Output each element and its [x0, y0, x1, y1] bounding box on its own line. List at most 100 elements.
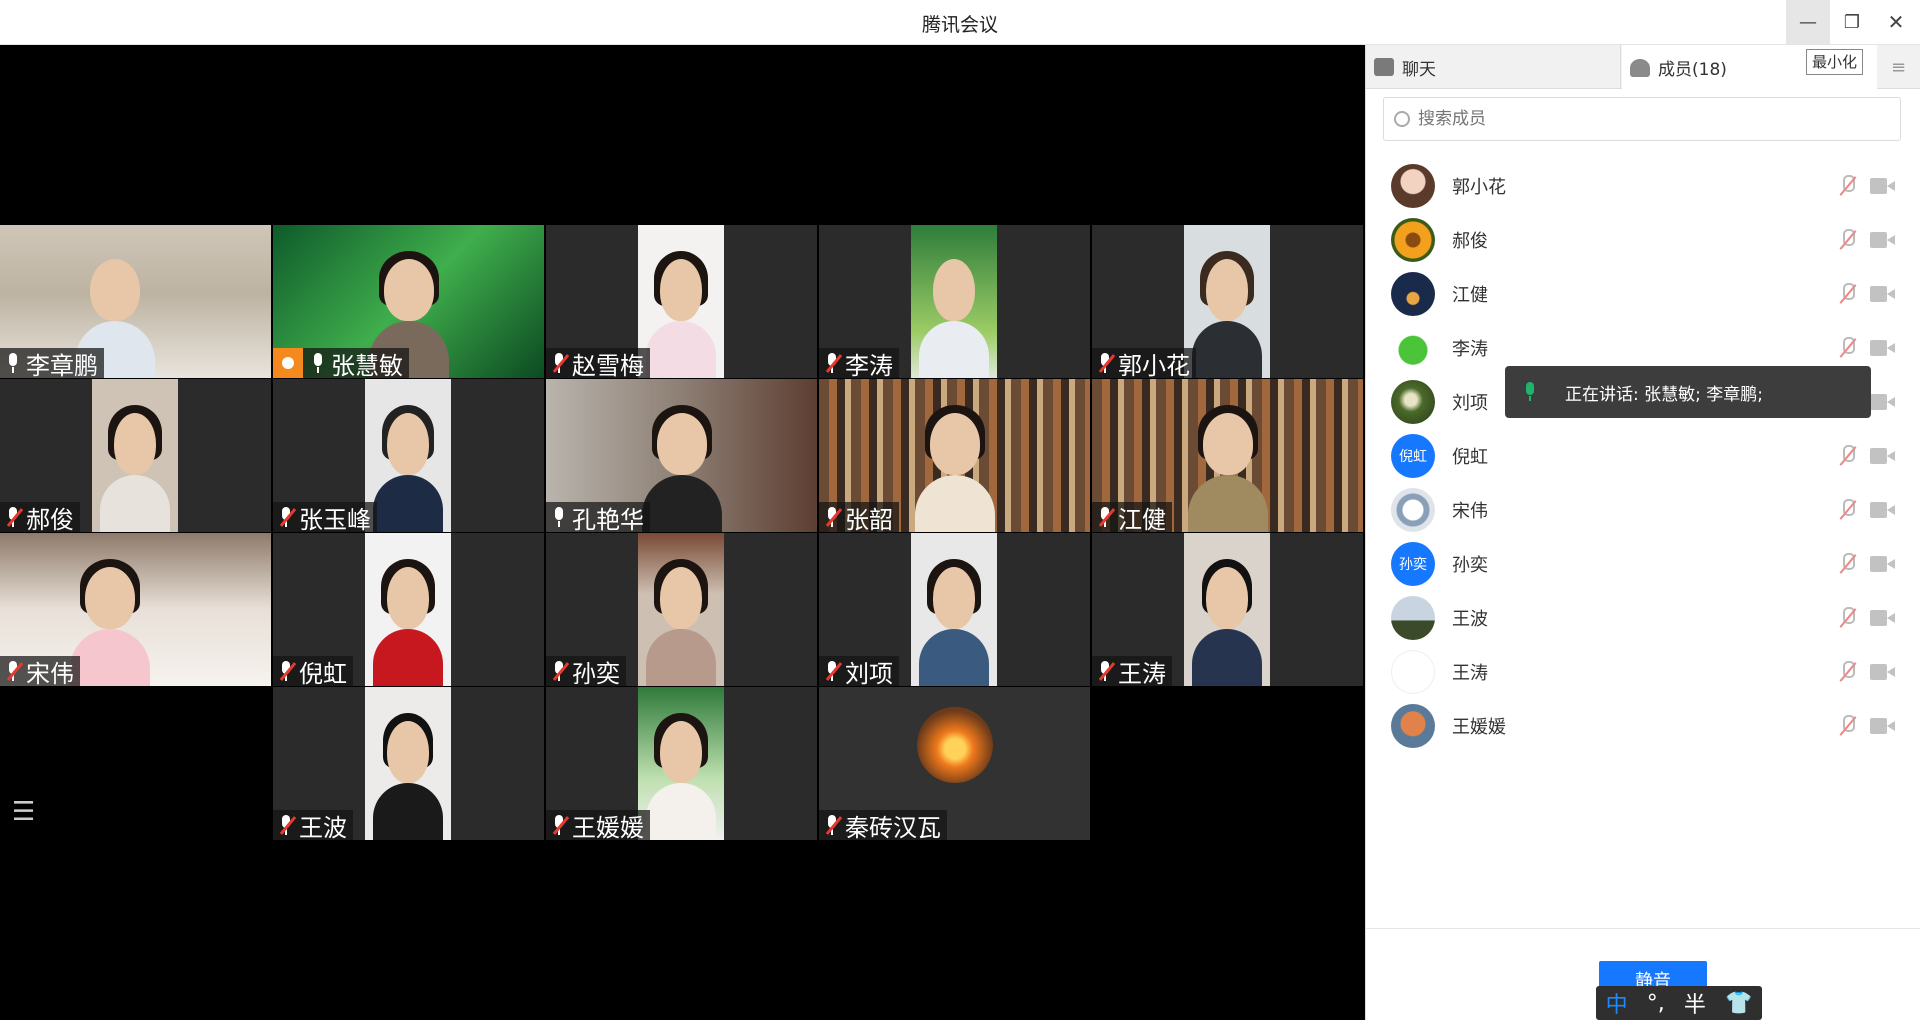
participant-name: 刘项 [845, 659, 893, 687]
member-name: 王涛 [1452, 663, 1488, 684]
camera-icon[interactable] [1870, 232, 1896, 248]
participant-name-tag: 孙奕 [546, 656, 626, 686]
video-tile[interactable]: 王波 [273, 687, 544, 840]
camera-icon[interactable] [1870, 286, 1896, 302]
restore-button[interactable]: ❐ [1830, 0, 1874, 44]
ime-punct[interactable]: °, [1647, 991, 1665, 1016]
participant-name-tag: 李章鹏 [0, 348, 104, 378]
camera-icon[interactable] [1870, 664, 1896, 680]
participant-name: 郝俊 [26, 505, 74, 533]
participant-name-tag: 张慧敏 [273, 348, 409, 378]
mic-muted-icon[interactable] [1836, 498, 1858, 522]
video-tile[interactable]: 江健 [1092, 379, 1363, 532]
panel-menu-icon[interactable]: ≡ [1891, 57, 1906, 78]
minimize-tooltip: 最小化 [1806, 49, 1864, 75]
camera-icon[interactable] [1870, 340, 1896, 356]
mic-muted-icon[interactable] [1836, 606, 1858, 630]
camera-icon[interactable] [1870, 502, 1896, 518]
member-search[interactable] [1383, 97, 1901, 141]
mic-muted-icon[interactable] [1836, 444, 1858, 468]
video-tile-avatar[interactable]: 秦砖汉瓦 [819, 687, 1090, 840]
video-tile[interactable]: 孔艳华 [546, 379, 817, 532]
close-button[interactable]: ✕ [1874, 0, 1918, 44]
camera-icon[interactable] [1870, 394, 1896, 410]
video-tile[interactable]: 倪虹 [273, 533, 544, 686]
participant-name: 李章鹏 [26, 351, 98, 379]
video-tile[interactable]: 王涛 [1092, 533, 1363, 686]
member-list: 郭小花 郝俊 江健 李涛 刘项 倪虹 倪虹 宋伟 孙奕 孙奕 王波 王涛 王媛媛 [1366, 153, 1920, 923]
minimize-button[interactable]: — [1786, 0, 1830, 44]
video-tile[interactable]: 郭小花 [1092, 225, 1363, 378]
panel-divider [1366, 928, 1920, 929]
mic-muted-icon [4, 506, 24, 528]
ime-toolbar[interactable]: 中 °, 半 👕 [1596, 986, 1762, 1020]
mic-on-icon [550, 506, 568, 528]
mic-muted-icon [823, 660, 843, 682]
video-tile[interactable]: 李涛 [819, 225, 1090, 378]
video-tile[interactable]: 郝俊 [0, 379, 271, 532]
video-tile[interactable]: 李章鹏 [0, 225, 271, 378]
camera-icon[interactable] [1870, 556, 1896, 572]
member-row[interactable]: 王媛媛 [1366, 693, 1920, 759]
participant-name: 郭小花 [1118, 351, 1190, 379]
video-tile[interactable]: 赵雪梅 [546, 225, 817, 378]
video-feed [911, 533, 997, 686]
member-avatar [1391, 596, 1435, 640]
participant-name-tag: 秦砖汉瓦 [819, 810, 947, 840]
mic-muted-icon[interactable] [1836, 282, 1858, 306]
member-name: 郭小花 [1452, 177, 1506, 198]
video-tile[interactable]: 孙奕 [546, 533, 817, 686]
mic-muted-icon [1096, 352, 1116, 374]
video-feed [92, 379, 178, 532]
mic-muted-icon [550, 352, 570, 374]
video-feed [365, 687, 451, 840]
participant-name: 江健 [1118, 505, 1166, 533]
video-tile[interactable]: 刘项 [819, 533, 1090, 686]
mic-muted-icon [277, 506, 297, 528]
mic-muted-icon [1096, 660, 1116, 682]
host-icon [273, 348, 303, 378]
camera-icon[interactable] [1870, 178, 1896, 194]
tab-chat[interactable]: 聊天 [1366, 45, 1621, 89]
mic-on-icon [4, 352, 22, 374]
video-tile[interactable]: 张韶 [819, 379, 1090, 532]
ime-mode[interactable]: 中 [1606, 987, 1628, 1019]
video-tile[interactable]: 张玉峰 [273, 379, 544, 532]
participant-name-tag: 宋伟 [0, 656, 80, 686]
camera-icon[interactable] [1870, 448, 1896, 464]
member-panel: 聊天 成员(18) ≡ 郭小花 郝俊 江健 [1365, 45, 1920, 1020]
restore-icon: ❐ [1843, 11, 1861, 33]
video-feed [638, 533, 724, 686]
participant-name-tag: 郭小花 [1092, 348, 1196, 378]
speaking-indicator: 正在讲话: 张慧敏; 李章鹏; [1505, 366, 1871, 418]
mic-muted-icon[interactable] [1836, 714, 1858, 738]
member-name: 刘项 [1452, 393, 1488, 414]
video-gallery: 李章鹏 张慧敏 赵雪梅 李涛 郭小花 郝俊 张玉峰 孔艳华 张韶 江健 宋伟 倪… [0, 45, 1365, 1020]
ime-skin-icon[interactable]: 👕 [1725, 991, 1752, 1016]
mic-muted-icon[interactable] [1836, 228, 1858, 252]
member-avatar [1391, 272, 1435, 316]
video-tile[interactable]: 王媛媛 [546, 687, 817, 840]
member-avatar [1391, 164, 1435, 208]
tab-chat-label: 聊天 [1402, 59, 1436, 80]
mic-muted-icon[interactable] [1836, 336, 1858, 360]
ime-width[interactable]: 半 [1684, 987, 1706, 1019]
video-feed [638, 687, 724, 840]
member-name: 倪虹 [1452, 447, 1488, 468]
participant-name: 倪虹 [299, 659, 347, 687]
member-avatar: 孙奕 [1391, 542, 1435, 586]
person-icon [1630, 58, 1650, 77]
member-avatar [1391, 488, 1435, 532]
camera-icon[interactable] [1870, 718, 1896, 734]
participant-name: 李涛 [845, 351, 893, 379]
video-feed [365, 533, 451, 686]
search-input[interactable] [1418, 109, 1838, 129]
video-tile[interactable]: 宋伟 [0, 533, 271, 686]
mic-muted-icon[interactable] [1836, 552, 1858, 576]
mic-muted-icon[interactable] [1836, 174, 1858, 198]
title-bar: 腾讯会议 — ❐ ✕ [0, 0, 1920, 45]
camera-icon[interactable] [1870, 610, 1896, 626]
mic-muted-icon[interactable] [1836, 660, 1858, 684]
layout-list-icon[interactable]: ☰ [12, 797, 35, 827]
video-tile-active-speaker[interactable]: 张慧敏 [273, 225, 544, 378]
